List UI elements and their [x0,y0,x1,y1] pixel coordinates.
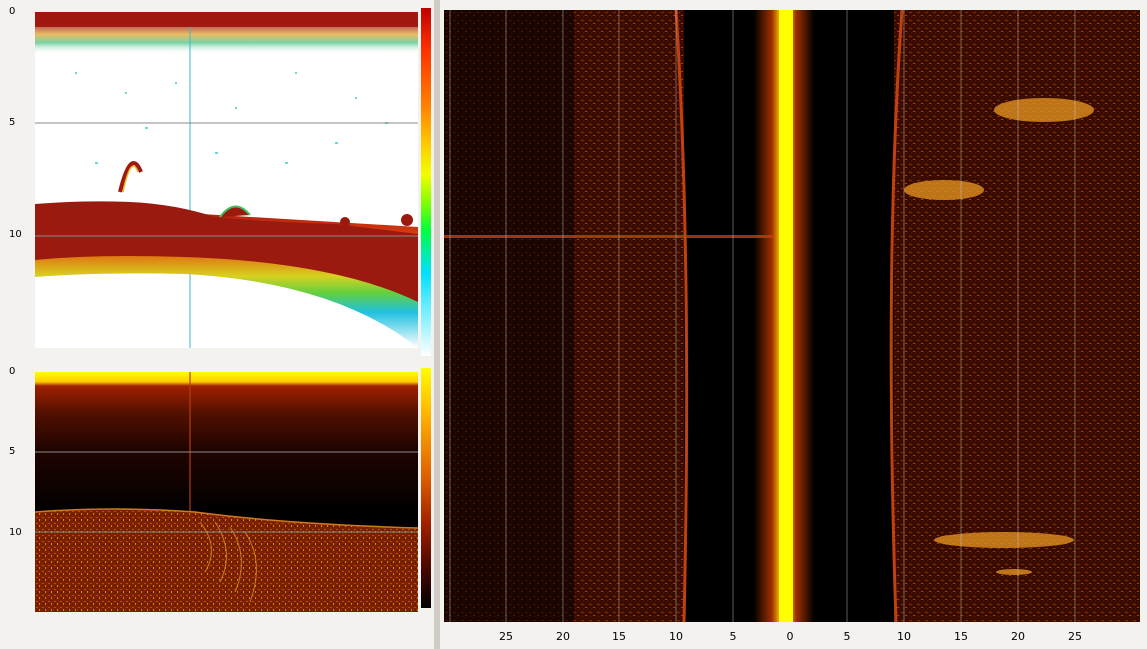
depth-tick-5: 5 [9,117,16,128]
depth-tick-0: 0 [9,366,16,377]
x-tick: 0 [786,630,794,643]
color-scale-bar-top [421,8,431,356]
x-tick: 25 [1068,630,1082,643]
x-axis-ticks: 25 20 15 10 5 0 5 10 15 20 25 [444,630,1140,646]
depth-tick-0: 0 [9,6,16,17]
side-scan-plot[interactable] [444,10,1140,622]
sonar-echo-image-top [35,12,418,348]
down-imaging-plot-top[interactable] [35,12,418,348]
depth-tick-5: 5 [9,446,16,457]
depth-tick-10: 10 [9,527,22,538]
sonar-echo-image-bottom [35,372,418,612]
x-tick: 10 [897,630,911,643]
color-scale-bar-bottom [421,368,431,608]
x-tick: 20 [1011,630,1025,643]
x-tick: 15 [954,630,968,643]
side-scan-panel: 25 20 15 10 5 0 5 10 15 20 25 [440,0,1147,649]
side-scan-echo-image [444,10,1140,622]
x-tick: 20 [556,630,570,643]
bottom-left-panel: 0 5 10 [0,362,434,649]
down-imaging-plot-bottom[interactable] [35,372,418,612]
x-tick: 5 [843,630,851,643]
x-tick: 15 [612,630,626,643]
x-tick: 5 [729,630,737,643]
x-tick: 10 [669,630,683,643]
depth-tick-10: 10 [9,229,22,240]
x-tick: 25 [499,630,513,643]
top-left-panel: 0 5 10 [0,0,434,362]
